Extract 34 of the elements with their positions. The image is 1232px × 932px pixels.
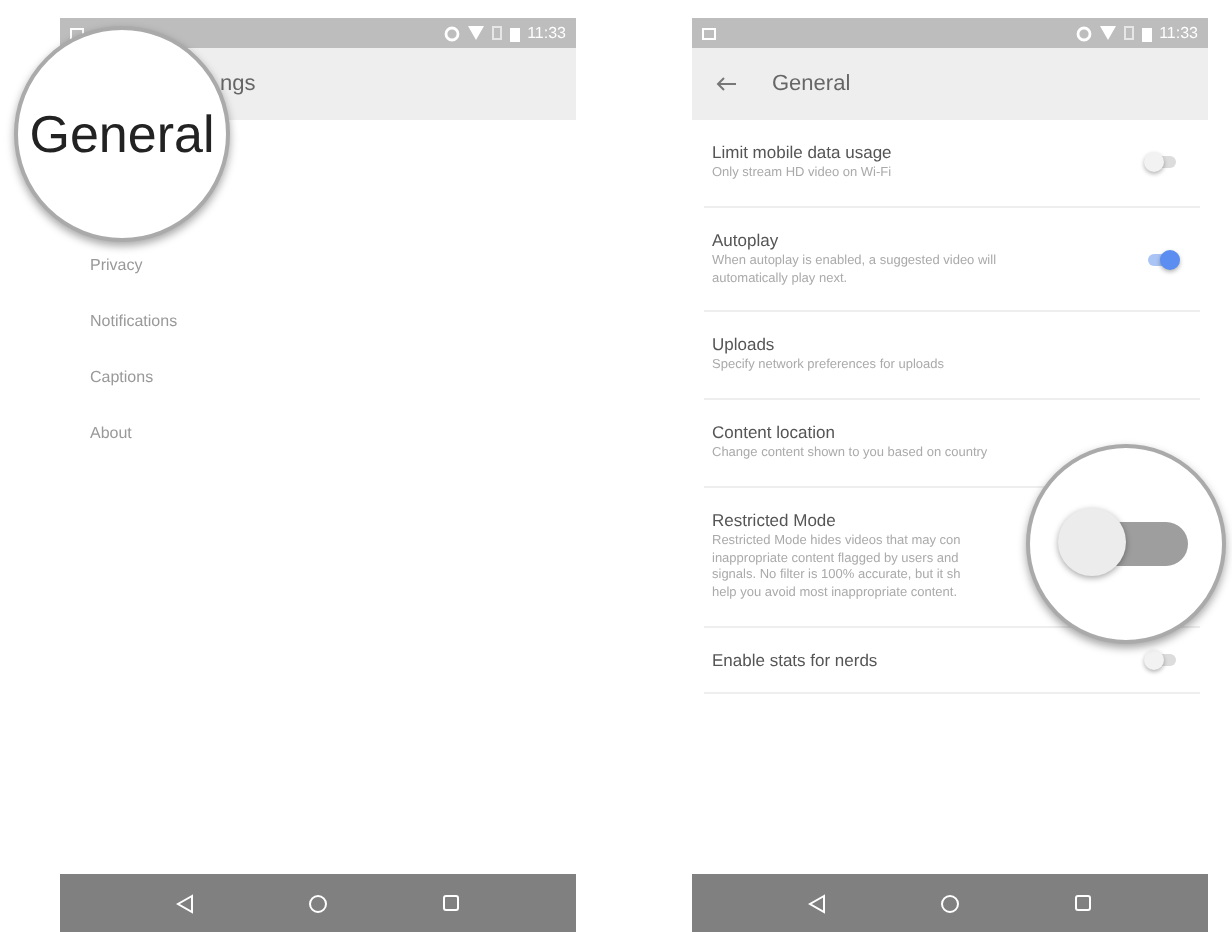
menu-item[interactable]: About bbox=[90, 424, 132, 442]
toggle-switch[interactable] bbox=[1148, 156, 1176, 169]
toolbar-title: ngs bbox=[220, 72, 256, 96]
toggle-switch[interactable] bbox=[1148, 653, 1176, 666]
status-time: 11:33 bbox=[1159, 24, 1198, 42]
back-arrow-icon[interactable] bbox=[716, 76, 736, 92]
image-icon bbox=[702, 27, 716, 39]
setting-title: Limit mobile data usage bbox=[712, 142, 892, 162]
signal-icon bbox=[1123, 26, 1134, 40]
home-icon[interactable] bbox=[939, 893, 960, 913]
setting-title: Autoplay bbox=[712, 229, 779, 250]
sync-icon bbox=[1075, 25, 1092, 41]
back-icon[interactable] bbox=[176, 893, 195, 913]
magnified-label: General bbox=[29, 103, 215, 165]
toolbar-title: General bbox=[772, 72, 851, 96]
wifi-icon bbox=[467, 26, 484, 40]
battery-icon bbox=[509, 25, 520, 41]
sync-icon bbox=[443, 25, 460, 41]
recents-icon[interactable] bbox=[441, 894, 460, 912]
recents-icon[interactable] bbox=[1073, 894, 1092, 912]
signal-icon bbox=[491, 26, 502, 40]
setting-title: Uploads bbox=[712, 334, 775, 355]
menu-item[interactable]: Notifications bbox=[90, 312, 178, 330]
setting-title: Restricted Mode bbox=[712, 509, 836, 530]
toggle-switch[interactable] bbox=[1148, 253, 1176, 266]
setting-title: Enable stats for nerds bbox=[712, 649, 878, 670]
setting-title: Content location bbox=[712, 422, 835, 443]
home-icon[interactable] bbox=[307, 893, 328, 913]
back-icon[interactable] bbox=[808, 893, 827, 913]
battery-icon bbox=[1141, 25, 1152, 41]
menu-item[interactable]: Captions bbox=[90, 368, 154, 386]
status-time: 11:33 bbox=[527, 24, 566, 42]
wifi-icon bbox=[1099, 26, 1116, 40]
menu-item[interactable]: Privacy bbox=[90, 256, 143, 274]
